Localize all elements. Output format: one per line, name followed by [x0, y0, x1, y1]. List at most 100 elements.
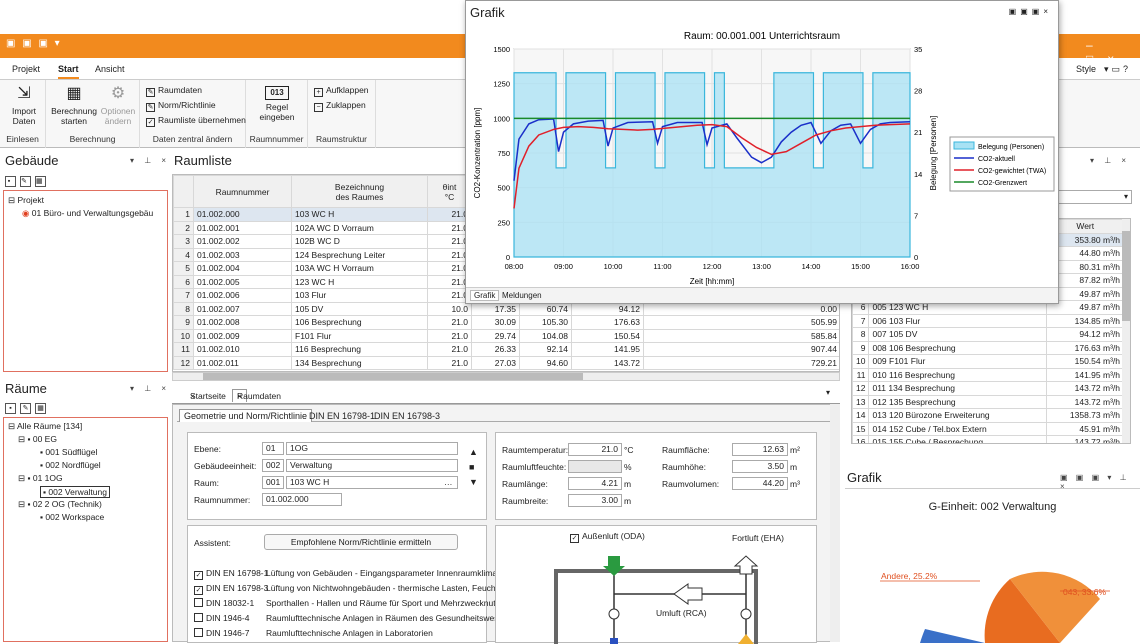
- tree-node-gebaeude[interactable]: ◉ 01 Büro- und Verwaltungsgebäu: [22, 208, 153, 219]
- table-row[interactable]: 7 006 103 Flur 134.85 m³/h: [852, 313, 1124, 328]
- tree-node-verwaltung[interactable]: ▪ 002 Verwaltung: [40, 486, 110, 498]
- nav-buttons[interactable]: ▲ ■ ▼: [469, 445, 478, 490]
- grafik-window-controls[interactable]: ▣▣▣×: [1009, 7, 1052, 16]
- table-row[interactable]: 11 01.002.010 116 Besprechung 21.0 26.33 92.1…: [173, 342, 839, 357]
- checkbox-icon[interactable]: ✓: [194, 586, 203, 595]
- tab-ansicht[interactable]: Ansicht: [95, 64, 125, 74]
- raumtemperatur-field[interactable]: 21.0: [568, 443, 622, 456]
- table-row[interactable]: 10 01.002.009 F101 Flur 21.0 29.74 104.08 150.…: [173, 328, 839, 343]
- right-grid-scrollbar[interactable]: [1122, 219, 1130, 443]
- new-icon[interactable]: ▪: [5, 403, 16, 414]
- tab-raumdaten[interactable]: Raumdaten ×: [232, 389, 281, 402]
- gebaeudeeinheit-field[interactable]: Verwaltung: [286, 459, 458, 472]
- berechnung-starten-button[interactable]: ▦ Berechnung starten: [50, 84, 98, 126]
- table-row[interactable]: 12 011 134 Besprechung 143.72 m³/h: [852, 381, 1124, 396]
- tree-node-projekt[interactable]: ⊟ Projekt: [8, 195, 44, 206]
- checkbox-icon[interactable]: [194, 613, 203, 622]
- regel-eingeben-button[interactable]: 013 Regel eingeben: [254, 86, 300, 122]
- tab-startseite[interactable]: Startseite ×: [190, 391, 226, 401]
- ebene-field[interactable]: 1OG: [286, 442, 458, 455]
- checkbox-icon: ✓: [146, 118, 155, 127]
- raumflaeche-field[interactable]: 12.63: [732, 443, 788, 456]
- delete-icon[interactable]: ▦: [35, 176, 46, 187]
- table-row[interactable]: 15 014 152 Cube / Tel.box Extern 45.91 m³/…: [852, 421, 1124, 436]
- col-bezeichnung[interactable]: Bezeichnung des Raumes: [291, 175, 428, 208]
- tree-node-1og[interactable]: ⊟ ▪ 01 1OG: [18, 473, 63, 484]
- raumvolumen-field[interactable]: 44.20: [732, 477, 788, 490]
- norm-item[interactable]: DIN 18032-1 Sporthallen - Hallen und Räum…: [194, 598, 516, 613]
- table-row[interactable]: 8 01.002.007 105 DV 10.0 17.35 60.74 94.12 0.00: [173, 301, 839, 316]
- subtab-geometrie[interactable]: Geometrie und Norm/Richtlinie: [179, 409, 313, 422]
- delete-icon[interactable]: ▦: [35, 403, 46, 414]
- geb-code-field[interactable]: 002: [262, 459, 284, 472]
- col-raumnummer[interactable]: Raumnummer: [193, 175, 292, 208]
- edit-icon[interactable]: ✎: [20, 176, 31, 187]
- tree-node-suedfluegel[interactable]: ▪ 001 Südflügel: [40, 447, 97, 457]
- tree-node-2og[interactable]: ⊟ ▪ 02 2 OG (Technik): [18, 499, 102, 510]
- zuklappen-button[interactable]: − Zuklappen: [314, 99, 366, 112]
- table-cell: 14: [852, 408, 870, 423]
- raumbreite-field[interactable]: 3.00: [568, 494, 622, 507]
- raum-browse-button[interactable]: …: [444, 477, 453, 487]
- norm-ermitteln-button[interactable]: Empfohlene Norm/Richtlinie ermitteln: [264, 534, 458, 550]
- table-row[interactable]: 12 01.002.011 134 Besprechung 21.0 27.03 94.6…: [173, 355, 839, 370]
- tab-meldungen[interactable]: Meldungen: [502, 291, 542, 300]
- gebaeude-toolbar[interactable]: ▪ ✎ ▦: [5, 175, 50, 187]
- checkbox-icon[interactable]: ✓: [194, 571, 203, 580]
- import-daten-button[interactable]: ⇲ Import Daten: [8, 84, 40, 126]
- table-row[interactable]: 13 012 135 Besprechung 143.72 m³/h: [852, 394, 1124, 409]
- new-icon[interactable]: ▪: [5, 176, 16, 187]
- panel-pin-icon[interactable]: ▾ ⊥ ×: [130, 156, 170, 165]
- ebene-code-field[interactable]: 01: [262, 442, 284, 455]
- table-row[interactable]: 11 010 116 Besprechung 141.95 m³/h: [852, 367, 1124, 382]
- raumliste-scrollbar[interactable]: [172, 372, 840, 381]
- style-menu[interactable]: Style: [1076, 64, 1096, 74]
- raumliste-uebernehmen-button[interactable]: ✓ Raumliste übernehmen: [146, 114, 246, 127]
- raumnummer-field[interactable]: 01.002.000: [262, 493, 342, 506]
- raum-field[interactable]: 103 WC H: [286, 476, 458, 489]
- stop-icon[interactable]: ■: [469, 460, 478, 475]
- panel-pin-icon[interactable]: ▾ ⊥ ×: [130, 384, 170, 393]
- table-row[interactable]: 10 009 F101 Flur 150.54 m³/h: [852, 354, 1124, 369]
- norm-item[interactable]: DIN 1946-4 Raumlufttechnische Anlagen in …: [194, 613, 516, 628]
- checkbox-icon[interactable]: [194, 598, 203, 607]
- table-row[interactable]: 9 008 106 Besprechung 176.63 m³/h: [852, 340, 1124, 355]
- raumlaenge-field[interactable]: 4.21: [568, 477, 622, 490]
- norm-item[interactable]: ✓ DIN EN 16798-3Lüftung von Nichtwohngebä…: [194, 583, 516, 598]
- norm-richtlinie-button[interactable]: ✎ Norm/Richtlinie: [146, 99, 216, 112]
- detail-scrollbar[interactable]: [830, 404, 840, 642]
- raumluftfeuchte-field[interactable]: [568, 460, 622, 473]
- checkbox-icon[interactable]: [194, 628, 203, 637]
- table-row[interactable]: 16 015 155 Cube / Besprechung 143.72 m³/h: [852, 435, 1124, 443]
- table-row[interactable]: 14 013 120 Bürozone Erweiterung 1358.73 m³…: [852, 408, 1124, 423]
- filter-combo[interactable]: ▾: [1050, 190, 1132, 204]
- legend-entry: CO2-gewichtet (TWA): [978, 168, 1046, 175]
- aufklappen-button[interactable]: + Aufklappen: [314, 84, 369, 97]
- table-cell: 4: [173, 247, 194, 262]
- table-row[interactable]: 8 007 105 DV 94.12 m³/h: [852, 327, 1124, 342]
- tree-node-eg[interactable]: ⊟ ▪ 00 EG: [18, 434, 57, 445]
- edit-icon[interactable]: ✎: [20, 403, 31, 414]
- tree-node-alle[interactable]: ⊟ Alle Räume [134]: [8, 421, 82, 432]
- tree-node-nordfluegel[interactable]: ▪ 002 Nordflügel: [40, 460, 101, 470]
- table-row[interactable]: 9 01.002.008 106 Besprechung 21.0 30.09 105.3…: [173, 315, 839, 330]
- norm-item[interactable]: DIN 1946-7 Raumlufttechnische Anlagen in …: [194, 628, 516, 643]
- detail-menu-icon[interactable]: ▾: [826, 388, 830, 397]
- raumdaten-button[interactable]: ✎ Raumdaten: [146, 84, 202, 97]
- tree-node-workspace[interactable]: ▪ 002 Workspace: [40, 512, 104, 522]
- up-arrow-icon[interactable]: ▲: [469, 445, 478, 460]
- raumhoehe-field[interactable]: 3.50: [732, 460, 788, 473]
- subtab-din16798-1[interactable]: DIN EN 16798-1: [309, 411, 375, 421]
- tab-projekt[interactable]: Projekt: [12, 64, 40, 74]
- quick-access-toolbar[interactable]: ▣ ▣ ▣ ▾: [6, 38, 62, 49]
- raeume-toolbar[interactable]: ▪ ✎ ▦: [5, 402, 50, 414]
- tab-start[interactable]: Start: [58, 64, 79, 79]
- help-icon[interactable]: ▾▭?: [1104, 64, 1131, 75]
- optionen-aendern-button[interactable]: ⚙ Optionen ändern: [98, 84, 138, 126]
- subtab-din16798-3[interactable]: DIN EN 16798-3: [374, 411, 440, 421]
- norm-item[interactable]: ✓ DIN EN 16798-1Lüftung von Gebäuden - Ei…: [194, 568, 516, 583]
- raum-code-field[interactable]: 001: [262, 476, 284, 489]
- down-arrow-icon[interactable]: ▼: [469, 475, 478, 490]
- tab-grafik[interactable]: Grafik: [470, 290, 500, 301]
- panel-pin-icon[interactable]: ▾ ⊥ ×: [1090, 156, 1130, 165]
